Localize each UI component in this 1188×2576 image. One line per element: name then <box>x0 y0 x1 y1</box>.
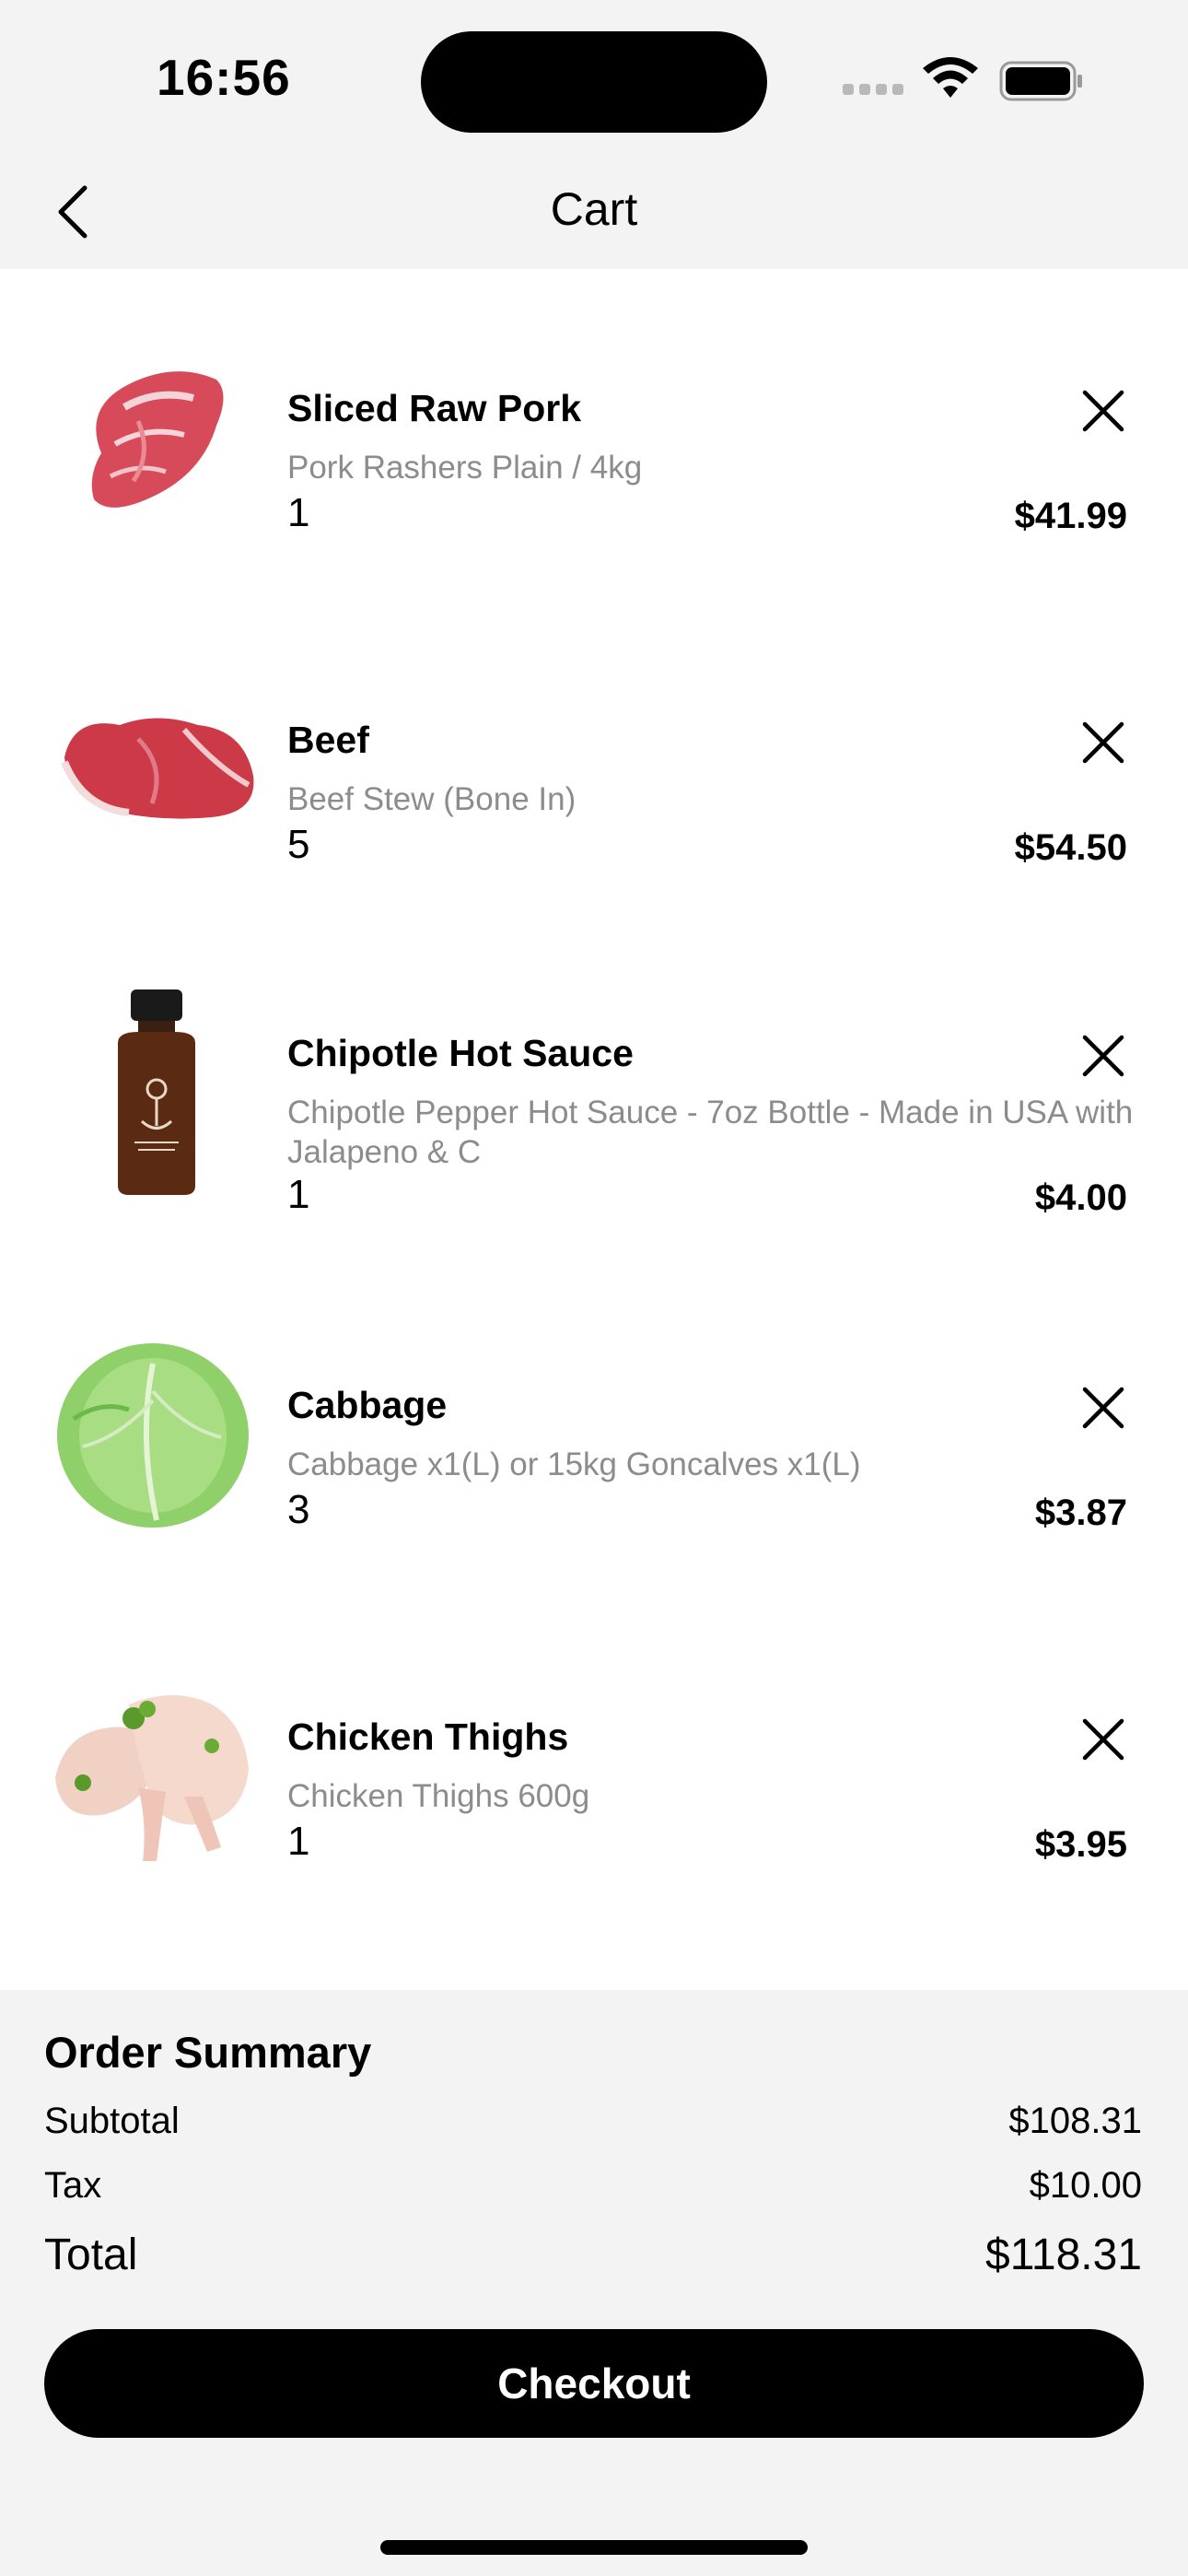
item-price: $41.99 <box>1014 496 1127 536</box>
close-icon <box>1082 721 1124 764</box>
item-description: Chipotle Pepper Hot Sauce - 7oz Bottle -… <box>287 1095 1134 1170</box>
summary-title: Order Summary <box>44 2028 372 2077</box>
item-quantity: 5 <box>287 822 310 867</box>
cart-item[interactable]: Chicken Thighs Chicken Thighs 600g 1 $3.… <box>0 1634 1188 1911</box>
item-description: Chicken Thighs 600g <box>287 1778 590 1814</box>
status-time: 16:56 <box>157 49 291 106</box>
order-summary: Order Summary Subtotal $108.31 Tax $10.0… <box>0 1990 1188 2576</box>
cart-item[interactable]: Chipotle Hot Sauce Chipotle Pepper Hot S… <box>0 951 1188 1227</box>
remove-item-button[interactable] <box>1079 1715 1127 1763</box>
item-quantity: 1 <box>287 490 310 535</box>
item-description: Pork Rashers Plain / 4kg <box>287 450 643 486</box>
product-image-cabbage <box>46 1336 267 1539</box>
remove-item-button[interactable] <box>1079 1032 1127 1080</box>
close-icon <box>1082 1718 1124 1761</box>
battery-icon <box>999 61 1084 106</box>
tax-label: Tax <box>44 2165 102 2206</box>
total-row: Total $118.31 <box>44 2230 1142 2285</box>
status-bar: 16:56 <box>0 0 1188 147</box>
page-title: Cart <box>550 183 638 235</box>
item-name: Chipotle Hot Sauce <box>287 1032 634 1074</box>
product-image-beef <box>46 674 267 877</box>
home-indicator <box>380 2540 808 2555</box>
remove-item-button[interactable] <box>1079 1384 1127 1432</box>
remove-item-button[interactable] <box>1079 719 1127 767</box>
close-icon <box>1082 1035 1124 1077</box>
close-icon <box>1082 390 1124 432</box>
product-image-pork <box>46 343 267 545</box>
subtotal-value: $108.31 <box>1008 2101 1142 2141</box>
item-price: $4.00 <box>1034 1177 1127 1218</box>
tax-row: Tax $10.00 <box>44 2165 1142 2220</box>
item-name: Cabbage <box>287 1384 448 1426</box>
item-name: Chicken Thighs <box>287 1715 569 1758</box>
cart-item[interactable]: Cabbage Cabbage x1(L) or 15kg Goncalves … <box>0 1303 1188 1579</box>
subtotal-row: Subtotal $108.31 <box>44 2101 1142 2156</box>
item-quantity: 1 <box>287 1172 310 1217</box>
checkout-button[interactable]: Checkout <box>44 2329 1144 2438</box>
tax-value: $10.00 <box>1029 2165 1142 2206</box>
nav-bar: Cart <box>0 147 1188 269</box>
cellular-signal-icon <box>843 83 909 100</box>
item-quantity: 3 <box>287 1487 310 1532</box>
item-description: Beef Stew (Bone In) <box>287 781 577 817</box>
subtotal-label: Subtotal <box>44 2101 180 2141</box>
item-description: Cabbage x1(L) or 15kg Goncalves x1(L) <box>287 1446 861 1482</box>
item-price: $54.50 <box>1014 827 1127 868</box>
product-image-hot-sauce <box>46 988 267 1195</box>
wifi-icon <box>921 55 980 106</box>
dynamic-island <box>421 31 767 133</box>
item-name: Beef <box>287 719 369 761</box>
product-image-chicken <box>46 1668 267 1870</box>
item-price: $3.95 <box>1034 1824 1127 1865</box>
item-quantity: 1 <box>287 1819 310 1864</box>
remove-item-button[interactable] <box>1079 387 1127 435</box>
total-label: Total <box>44 2231 138 2279</box>
item-name: Sliced Raw Pork <box>287 387 582 429</box>
total-value: $118.31 <box>985 2231 1142 2279</box>
cart-item[interactable]: Sliced Raw Pork Pork Rashers Plain / 4kg… <box>0 306 1188 582</box>
cart-item[interactable]: Beef Beef Stew (Bone In) 5 $54.50 <box>0 638 1188 914</box>
close-icon <box>1082 1387 1124 1429</box>
item-price: $3.87 <box>1034 1493 1127 1533</box>
